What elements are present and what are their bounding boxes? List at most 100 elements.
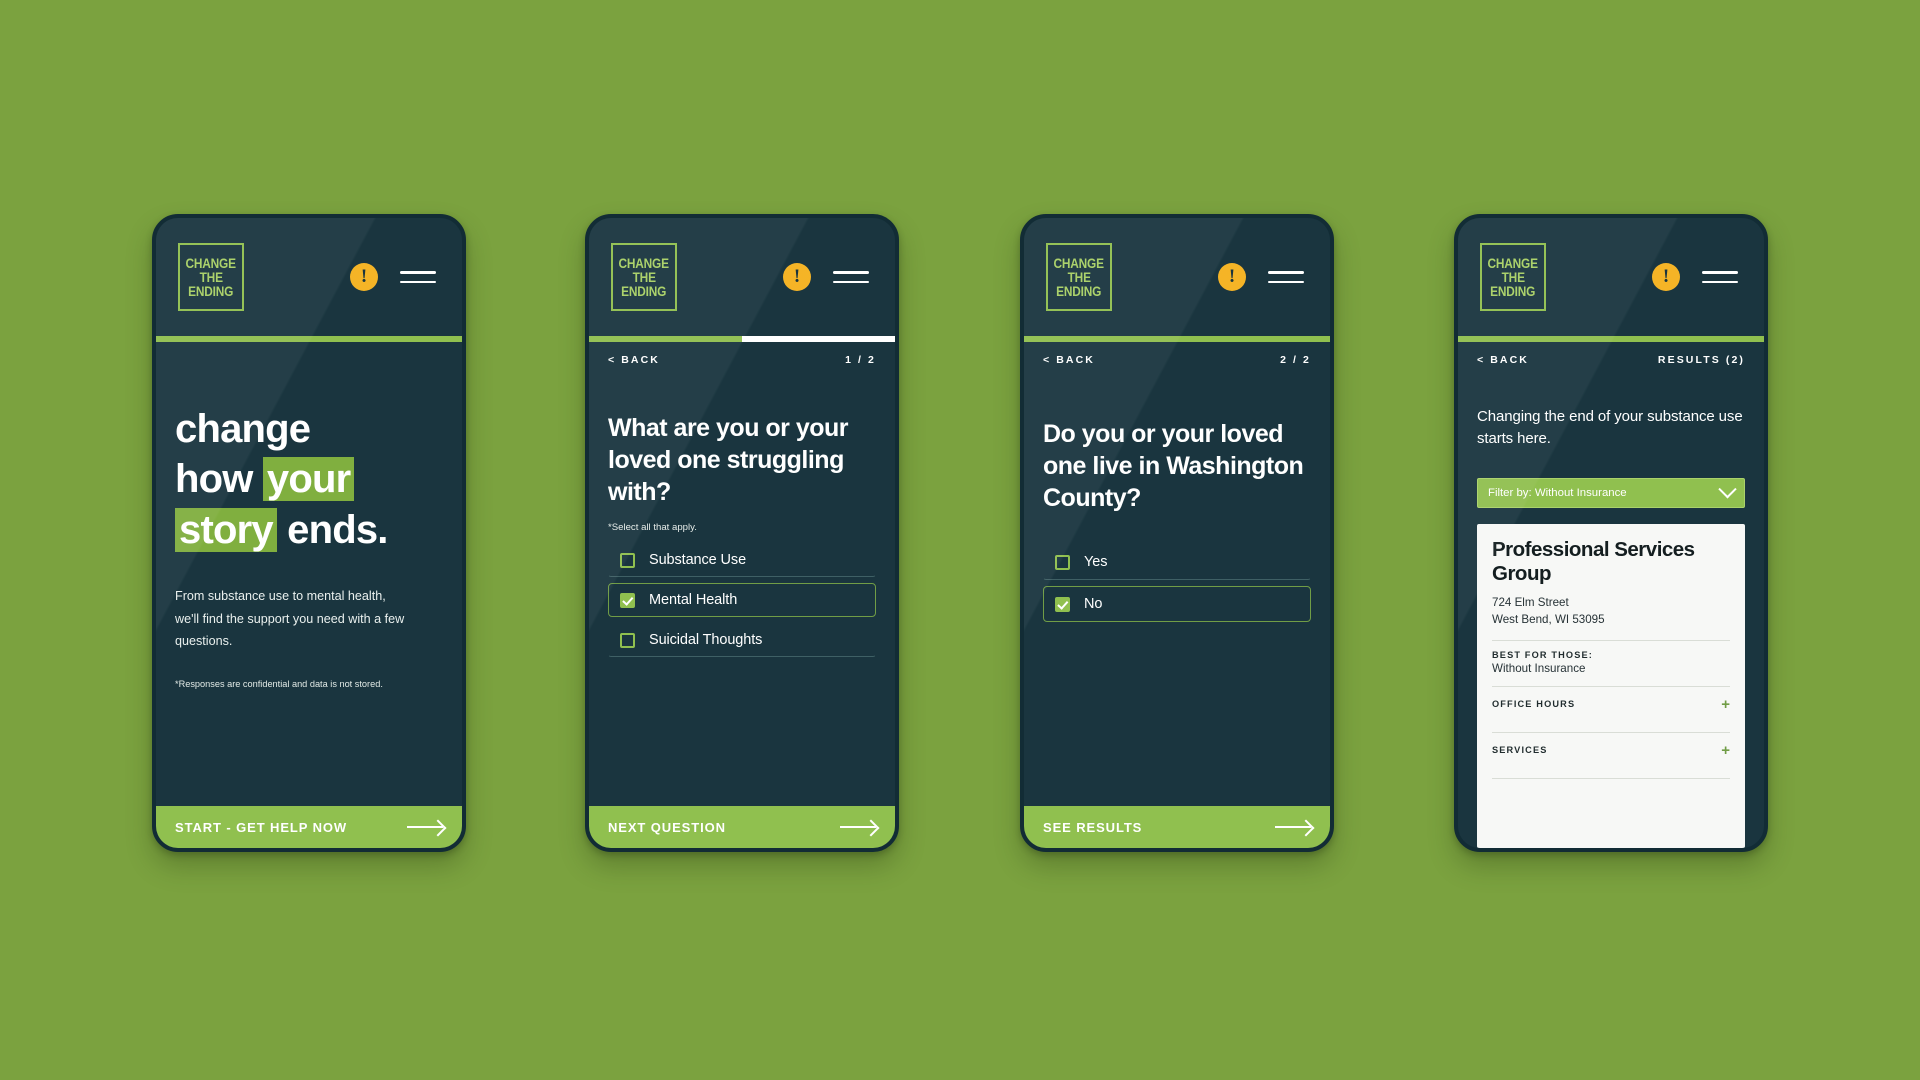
alert-icon[interactable]: ! (1652, 263, 1680, 291)
accordion-label: OFFICE HOURS (1492, 699, 1576, 710)
app-bar: CHANGE THE ENDING ! (1458, 218, 1764, 336)
question-sub-bar: < BACK 1 / 2 (589, 342, 895, 378)
privacy-disclaimer: *Responses are confidential and data is … (175, 679, 383, 690)
next-question-button[interactable]: NEXT QUESTION (589, 806, 895, 848)
alert-icon[interactable]: ! (350, 263, 378, 291)
phone-mockup-question-2: CHANGE THE ENDING ! < BACK 2 / 2 Do you … (1020, 214, 1334, 852)
question-sub-bar: < BACK 2 / 2 (1024, 342, 1330, 378)
address-line-2: West Bend, WI 53095 (1492, 613, 1605, 627)
logo-line-3: ENDING (1056, 283, 1102, 299)
phone-mockup-question-1: CHANGE THE ENDING ! < BACK 1 / 2 What ar… (585, 214, 899, 852)
filter-label: Filter by: Without Insurance (1488, 487, 1627, 500)
back-button[interactable]: < BACK (1477, 354, 1529, 366)
logo-line-3: ENDING (621, 283, 667, 299)
logo-change-the-ending[interactable]: CHANGE THE ENDING (178, 243, 244, 311)
see-results-button[interactable]: SEE RESULTS (1024, 806, 1330, 848)
phone-mockup-results: CHANGE THE ENDING ! < BACK RESULTS (2) C… (1454, 214, 1768, 852)
app-bar: CHANGE THE ENDING ! (1024, 218, 1330, 336)
hamburger-menu-icon[interactable] (1702, 271, 1738, 283)
option-label: Substance Use (649, 552, 747, 568)
logo-line-3: ENDING (188, 283, 234, 299)
accordion-services[interactable]: SERVICES + (1492, 733, 1730, 767)
home-content: change how your story ends. From substan… (156, 342, 462, 806)
question-text: What are you or your loved one strugglin… (608, 414, 849, 506)
logo-line-2: THE (1067, 270, 1091, 286)
headline-line-2-plain: how (175, 457, 263, 502)
checkbox-checked-icon (620, 592, 635, 608)
headline-line-1: change (175, 407, 311, 451)
screen-question-2: CHANGE THE ENDING ! < BACK 2 / 2 Do you … (1024, 218, 1330, 848)
option-suicidal-thoughts[interactable]: Suicidal Thoughts (608, 623, 876, 657)
results-sub-bar: < BACK RESULTS (2) (1458, 342, 1764, 378)
alert-icon[interactable]: ! (783, 263, 811, 291)
results-count: RESULTS (2) (1657, 354, 1745, 366)
arrow-right-icon (840, 825, 876, 829)
canvas: CHANGE THE ENDING ! change how your stor… (0, 0, 1920, 1080)
progress-fill (156, 336, 462, 342)
option-label: Yes (1084, 554, 1108, 570)
app-bar: CHANGE THE ENDING ! (589, 218, 895, 336)
logo-line-2: THE (632, 270, 656, 286)
logo-change-the-ending[interactable]: CHANGE THE ENDING (611, 243, 677, 311)
logo-line-3: ENDING (1490, 283, 1536, 299)
option-label: No (1084, 596, 1103, 612)
question-counter: 1 / 2 (845, 354, 876, 366)
hamburger-menu-icon[interactable] (833, 271, 869, 283)
option-no[interactable]: No (1043, 586, 1311, 622)
logo-line-1: CHANGE (618, 256, 670, 272)
screen-home: CHANGE THE ENDING ! change how your stor… (156, 218, 462, 848)
logo-change-the-ending[interactable]: CHANGE THE ENDING (1046, 243, 1112, 311)
logo-line-1: CHANGE (185, 256, 237, 272)
logo-change-the-ending[interactable]: CHANGE THE ENDING (1480, 243, 1546, 311)
start-button-label: START - GET HELP NOW (175, 819, 348, 835)
hamburger-menu-icon[interactable] (400, 271, 436, 283)
card-divider (1492, 777, 1730, 779)
checkbox-icon (1055, 554, 1070, 570)
chevron-down-icon (1718, 479, 1737, 499)
options-list: Yes No (1043, 544, 1311, 628)
question-1-content: What are you or your loved one strugglin… (589, 378, 895, 806)
back-button[interactable]: < BACK (608, 354, 660, 366)
filter-dropdown[interactable]: Filter by: Without Insurance (1477, 478, 1745, 509)
headline-line-3: story ends. (175, 505, 443, 555)
screen-question-1: CHANGE THE ENDING ! < BACK 1 / 2 What ar… (589, 218, 895, 848)
headline-line-3-plain: ends. (276, 507, 388, 552)
checkbox-icon (620, 552, 635, 568)
option-mental-health[interactable]: Mental Health (608, 583, 876, 617)
results-intro-text: Changing the end of your substance use s… (1477, 408, 1743, 448)
start-button[interactable]: START - GET HELP NOW (156, 806, 462, 848)
headline-highlight-your: your (262, 457, 355, 502)
alert-icon[interactable]: ! (1218, 263, 1246, 291)
option-yes[interactable]: Yes (1043, 544, 1311, 580)
accordion-label: SERVICES (1492, 745, 1548, 756)
best-for-those-block: BEST FOR THOSE: Without Insurance (1492, 641, 1730, 675)
option-label: Suicidal Thoughts (649, 632, 763, 648)
hamburger-menu-icon[interactable] (1268, 271, 1304, 283)
arrow-right-icon (407, 825, 443, 829)
see-results-label: SEE RESULTS (1043, 819, 1143, 835)
back-button[interactable]: < BACK (1043, 354, 1095, 366)
hero-headline: change how your story ends. (175, 404, 443, 555)
option-label: Mental Health (649, 592, 738, 608)
select-all-note: *Select all that apply. (608, 522, 697, 533)
provider-address: 724 Elm Street West Bend, WI 53095 (1492, 595, 1730, 628)
question-text: Do you or your loved one live in Washing… (1043, 420, 1304, 512)
plus-icon: + (1721, 741, 1730, 759)
options-list: Substance Use Mental Health Suicidal Tho… (608, 543, 876, 663)
checkbox-icon (620, 632, 635, 648)
best-for-those-value: Without Insurance (1492, 661, 1586, 675)
logo-line-2: THE (199, 270, 223, 286)
logo-line-2: THE (1501, 270, 1525, 286)
provider-name: Professional Services Group (1492, 538, 1695, 586)
progress-bar (156, 336, 462, 342)
results-content: Changing the end of your substance use s… (1458, 378, 1764, 848)
question-2-content: Do you or your loved one live in Washing… (1024, 378, 1330, 806)
accordion-office-hours[interactable]: OFFICE HOURS + (1492, 687, 1730, 721)
option-substance-use[interactable]: Substance Use (608, 543, 876, 577)
question-counter: 2 / 2 (1280, 354, 1311, 366)
phone-mockup-home: CHANGE THE ENDING ! change how your stor… (152, 214, 466, 852)
next-question-label: NEXT QUESTION (608, 819, 726, 835)
result-card[interactable]: Professional Services Group 724 Elm Stre… (1477, 524, 1745, 848)
